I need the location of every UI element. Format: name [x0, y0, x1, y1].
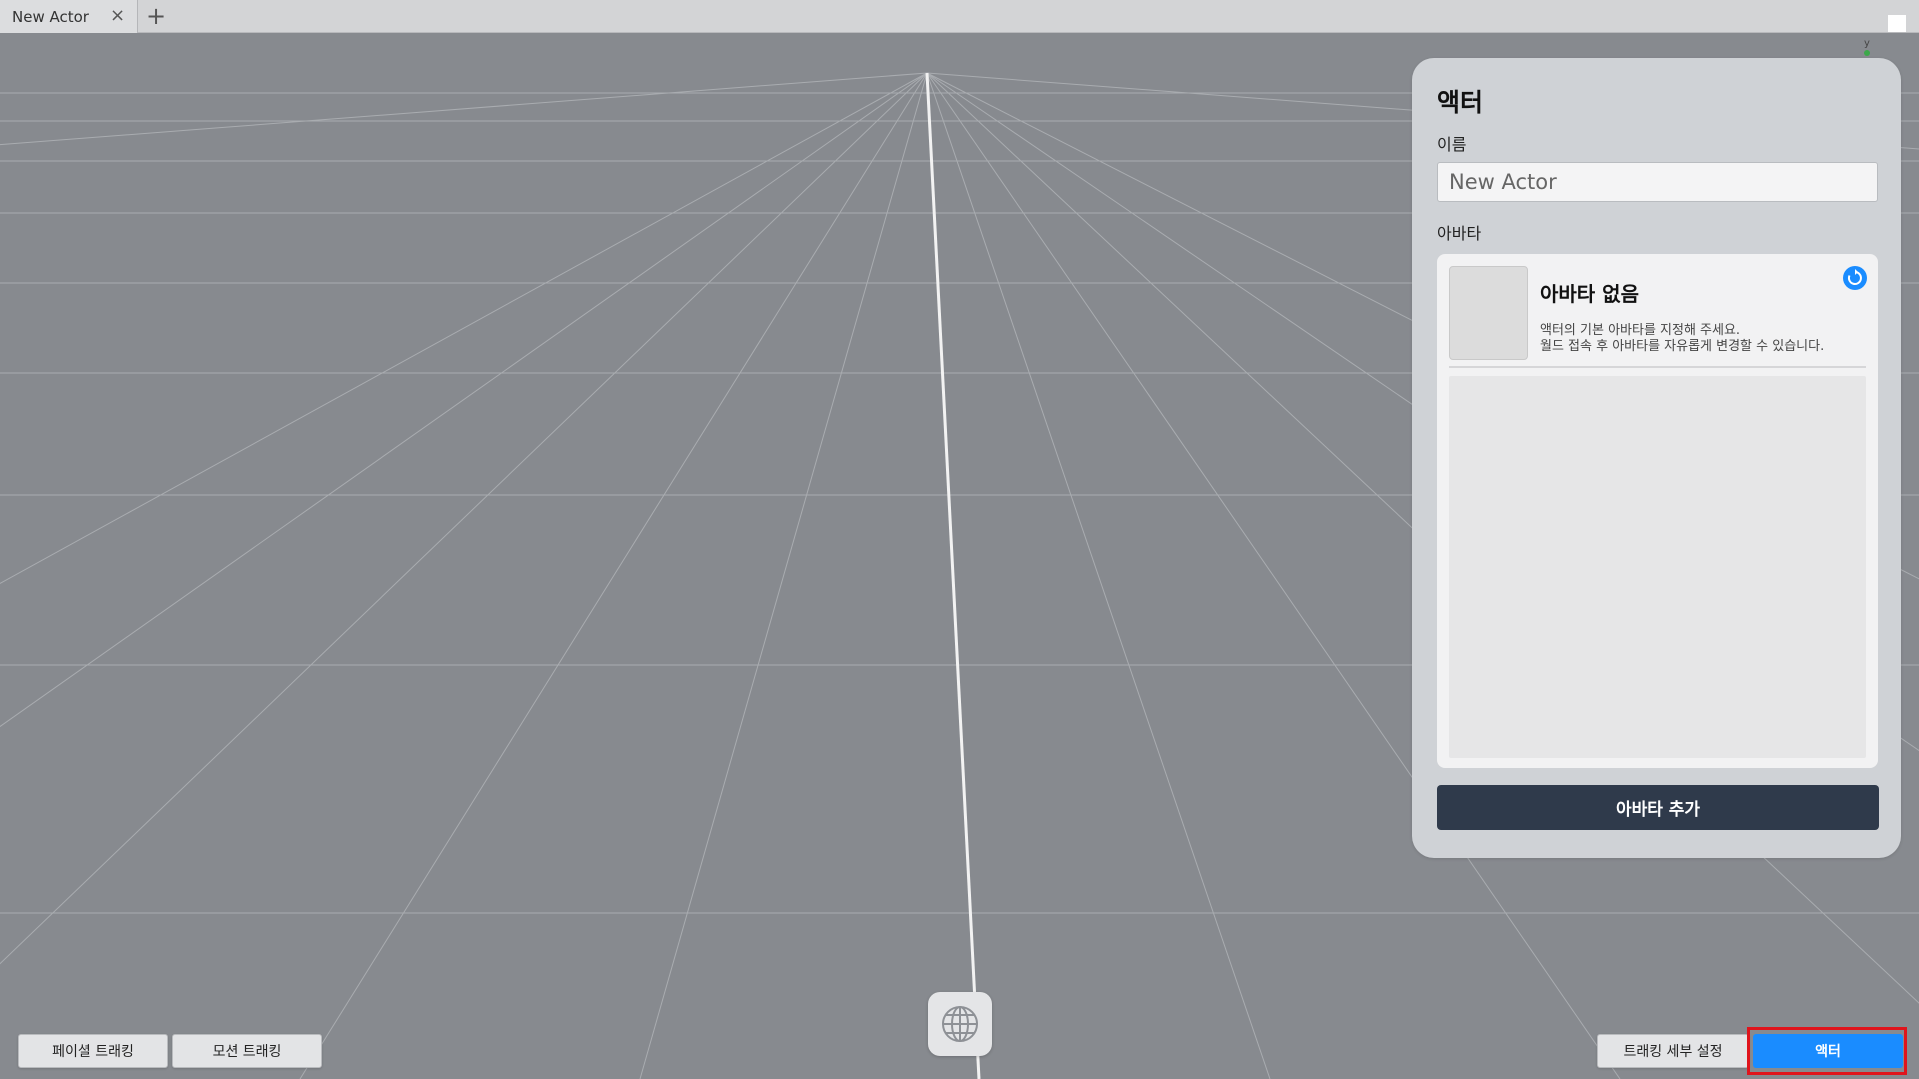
motion-tracking-button[interactable]: 모션 트래킹 [172, 1034, 322, 1068]
add-tab-icon[interactable]: + [146, 2, 166, 30]
window-corner [1888, 15, 1906, 32]
avatar-none-title: 아바타 없음 [1540, 282, 1639, 306]
refresh-icon[interactable] [1843, 266, 1867, 290]
z-axis-line [925, 72, 981, 1079]
name-input[interactable] [1437, 162, 1878, 202]
name-label: 이름 [1437, 135, 1467, 154]
close-icon[interactable]: × [110, 5, 125, 26]
avatar-thumbnail [1449, 266, 1528, 360]
avatar-card: 아바타 없음 액터의 기본 아바타를 지정해 주세요. 월드 접속 후 아바타를… [1437, 254, 1878, 768]
tab-title: New Actor [12, 8, 89, 26]
add-avatar-button[interactable]: 아바타 추가 [1437, 785, 1879, 830]
tracking-settings-button[interactable]: 트래킹 세부 설정 [1597, 1034, 1749, 1068]
avatar-list-area [1449, 376, 1866, 758]
tab-bar: New Actor × + [0, 0, 1919, 33]
actor-button-highlight [1747, 1027, 1907, 1075]
axis-gizmo-label: y [1864, 38, 1870, 49]
tab-new-actor[interactable]: New Actor × [0, 0, 138, 33]
actor-panel: 액터 이름 아바타 아바타 없음 액터의 기본 아바타를 지정해 주세요. 월드… [1412, 58, 1901, 858]
avatar-description-line2: 월드 접속 후 아바타를 자유롭게 변경할 수 있습니다. [1540, 339, 1825, 354]
axis-gizmo-dot [1864, 50, 1870, 56]
facial-tracking-button[interactable]: 페이셜 트래킹 [18, 1034, 168, 1068]
globe-icon[interactable] [928, 992, 992, 1056]
avatar-label: 아바타 [1437, 224, 1482, 243]
avatar-divider [1449, 366, 1866, 368]
panel-title: 액터 [1437, 88, 1484, 117]
